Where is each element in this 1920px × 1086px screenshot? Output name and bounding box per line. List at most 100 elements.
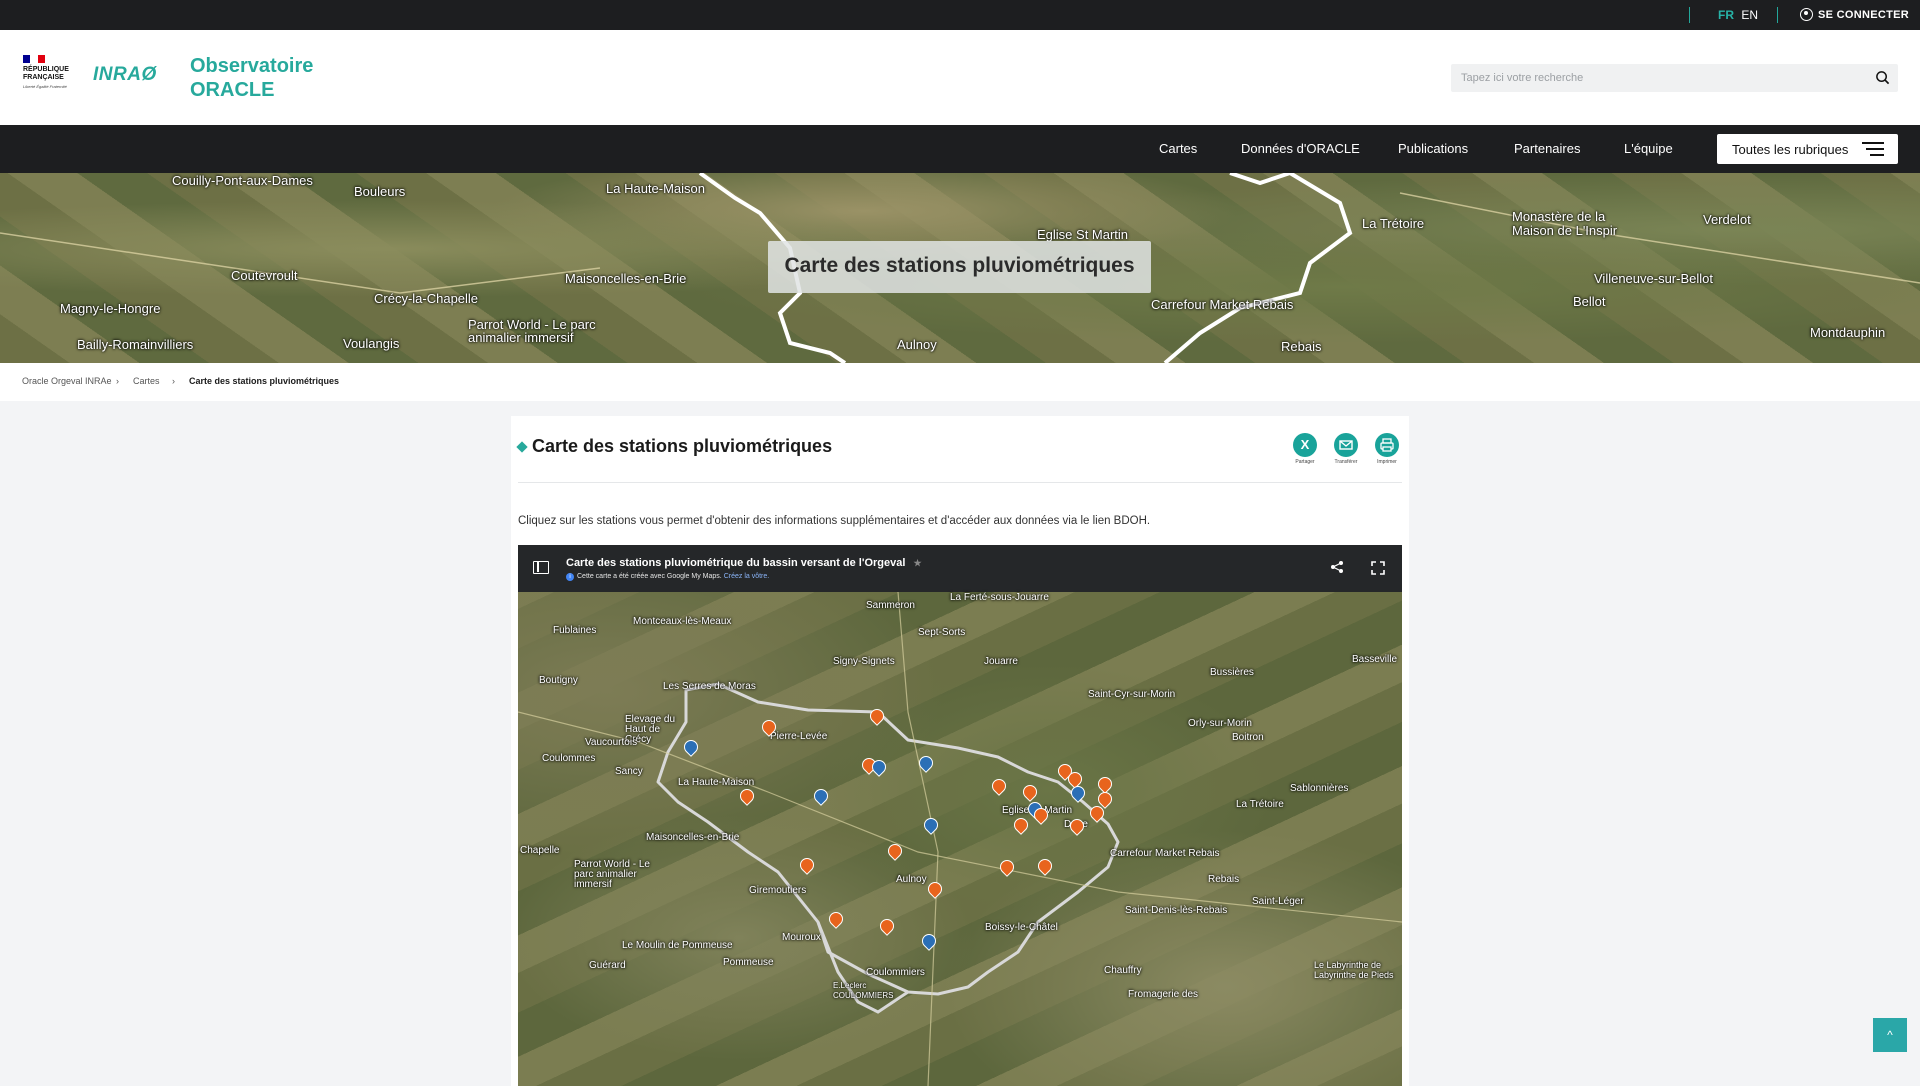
nav-item-publications[interactable]: Publications	[1398, 141, 1468, 156]
map-place-label: Signy-Signets	[833, 656, 895, 667]
map-place-label: Les Serres de Moras	[663, 681, 756, 692]
lang-en-link[interactable]: EN	[1741, 8, 1758, 22]
map-place-label: Jouarre	[984, 656, 1018, 667]
sidebar-toggle-icon[interactable]	[533, 561, 549, 574]
language-switch: FR EN	[1718, 8, 1758, 22]
all-sections-button[interactable]: Toutes les rubriques	[1717, 134, 1898, 164]
share-icon[interactable]	[1330, 560, 1344, 577]
chevron-right-icon: ›	[116, 376, 119, 386]
map-place-label: Rebais	[1208, 874, 1240, 885]
nav-item-cartes[interactable]: Cartes	[1159, 141, 1197, 156]
create-map-link[interactable]: Créez la vôtre.	[724, 573, 770, 580]
search-input[interactable]	[1461, 68, 1841, 88]
hero-title: Carte des stations pluviométriques	[768, 241, 1151, 293]
map-place-label: Sancy	[615, 766, 643, 777]
map-place-label: Sablonnières	[1290, 783, 1349, 794]
divider	[1777, 7, 1778, 23]
share-label: Transférer	[1334, 459, 1358, 465]
search-box	[1451, 64, 1898, 92]
map-place-label: Pommeuse	[723, 957, 774, 968]
map-place-label: La Ferté-sous-Jouarre	[950, 592, 1049, 603]
email-button[interactable]: Transférer	[1326, 433, 1366, 465]
all-sections-label: Toutes les rubriques	[1732, 142, 1849, 157]
map-place-label: Coulommiers	[866, 967, 925, 978]
search-icon[interactable]	[1875, 70, 1890, 85]
print-button[interactable]: Imprimer	[1367, 433, 1407, 465]
map-place-label: E.Leclerc COULOMMIERS	[833, 981, 894, 1000]
map-place-label: Saint-Denis-lès-Rebais	[1125, 905, 1228, 916]
map-place-label: Mouroux	[782, 932, 821, 943]
site-header: RÉPUBLIQUE FRANÇAISE Liberté Égalité Fra…	[0, 30, 1920, 125]
chevron-right-icon: ›	[172, 376, 175, 386]
map-place-label: Crécy-la-Chapelle	[374, 291, 479, 306]
login-label: SE CONNECTER	[1818, 8, 1909, 21]
embedded-map-credit: Cette carte a été créée avec Google My M…	[577, 573, 722, 580]
lang-fr-link[interactable]: FR	[1718, 8, 1734, 22]
french-flag-icon	[23, 55, 45, 63]
embedded-map-title-text: Carte des stations pluviométrique du bas…	[566, 557, 906, 569]
map-place-label: Parrot World - Le parc animalier immersi…	[468, 317, 596, 345]
mail-icon	[1334, 433, 1358, 457]
map-place-label: Vaucourtois	[585, 737, 638, 748]
map-place-label: Aulnoy	[897, 337, 937, 352]
breadcrumb-cartes[interactable]: Cartes	[133, 376, 160, 386]
x-icon: X	[1293, 433, 1317, 457]
map-place-label: Carrefour Market Rebais	[1151, 297, 1294, 312]
divider	[1689, 7, 1690, 23]
back-to-top-button[interactable]: ^	[1873, 1018, 1907, 1052]
map-place-label: La Haute-Maison	[606, 181, 705, 196]
map-place-label: Voulangis	[343, 336, 400, 351]
embedded-map[interactable]: Carte des stations pluviométrique du bas…	[518, 545, 1402, 1086]
login-link[interactable]: SE CONNECTER	[1800, 8, 1909, 21]
map-place-label: La Trétoire	[1362, 216, 1425, 231]
map-place-label: Carrefour Market Rebais	[1110, 848, 1220, 859]
map-place-label: Bailly-Romainvilliers	[77, 337, 194, 352]
site-title[interactable]: Observatoire ORACLE	[190, 54, 313, 102]
map-place-label: Villeneuve-sur-Bellot	[1594, 271, 1713, 286]
republique-francaise-logo[interactable]: RÉPUBLIQUE FRANÇAISE Liberté Égalité Fra…	[23, 55, 77, 89]
site-title-line2: ORACLE	[190, 79, 275, 101]
map-place-label: Aulnoy	[896, 874, 927, 885]
breadcrumb-home[interactable]: Oracle Orgeval INRAe	[22, 376, 112, 386]
map-place-label: Boitron	[1232, 732, 1264, 743]
map-place-label: Fublaines	[553, 625, 597, 636]
printer-icon	[1375, 433, 1399, 457]
breadcrumb: Oracle Orgeval INRAe › Cartes › Carte de…	[0, 363, 1920, 401]
map-place-label: Guérard	[589, 960, 626, 971]
share-label: Imprimer	[1377, 459, 1397, 465]
map-place-label: Boutigny	[539, 675, 578, 686]
share-x-button[interactable]: X Partager	[1285, 433, 1325, 465]
map-place-label: Saint-Léger	[1252, 896, 1304, 907]
map-place-label: Chauffry	[1104, 965, 1142, 976]
map-place-label: Sept-Sorts	[918, 627, 966, 638]
title-marker-icon	[516, 441, 528, 453]
map-place-label: Verdelot	[1703, 212, 1751, 227]
map-place-label: Montdauphin	[1810, 325, 1886, 340]
map-place-label: La Trétoire	[1236, 799, 1284, 810]
map-place-label: Chapelle	[520, 845, 560, 856]
map-place-label: Parrot World - Le parc animalier immersi…	[574, 859, 650, 890]
inrae-logo[interactable]: INRAØ	[93, 64, 157, 86]
embedded-map-title: Carte des stations pluviométrique du bas…	[566, 557, 922, 569]
top-utility-bar: FR EN SE CONNECTER	[0, 0, 1920, 30]
nav-item-equipe[interactable]: L'équipe	[1624, 141, 1673, 156]
nav-item-donnees[interactable]: Données d'ORACLE	[1241, 141, 1360, 156]
main-navigation: Cartes Données d'ORACLE Publications Par…	[0, 125, 1920, 173]
hero-banner-map: Couilly-Pont-aux-Dames Bouleurs La Haute…	[0, 173, 1920, 363]
divider	[518, 482, 1402, 483]
map-place-label: Saint-Cyr-sur-Morin	[1088, 689, 1176, 700]
logo-text-line1: RÉPUBLIQUE	[23, 66, 69, 73]
map-place-label: Sammeron	[866, 600, 915, 611]
map-place-label: Couilly-Pont-aux-Dames	[172, 173, 313, 188]
article-card: Carte des stations pluviométriques X Par…	[511, 416, 1409, 1086]
map-place-label: Le Moulin de Pommeuse	[622, 940, 733, 951]
nav-item-partenaires[interactable]: Partenaires	[1514, 141, 1580, 156]
map-place-label: Coulommes	[542, 753, 596, 764]
star-icon[interactable]: ★	[913, 558, 921, 568]
fullscreen-icon[interactable]	[1371, 561, 1385, 575]
embedded-map-canvas[interactable]: La Ferté-sous-Jouarre Sammeron Montceaux…	[518, 592, 1402, 1086]
map-place-label: Monastère de la Maison de L'Inspir	[1512, 209, 1618, 238]
user-icon	[1800, 8, 1813, 21]
map-place-label: Bellot	[1573, 294, 1606, 309]
map-place-label: Coutevroult	[231, 268, 298, 283]
